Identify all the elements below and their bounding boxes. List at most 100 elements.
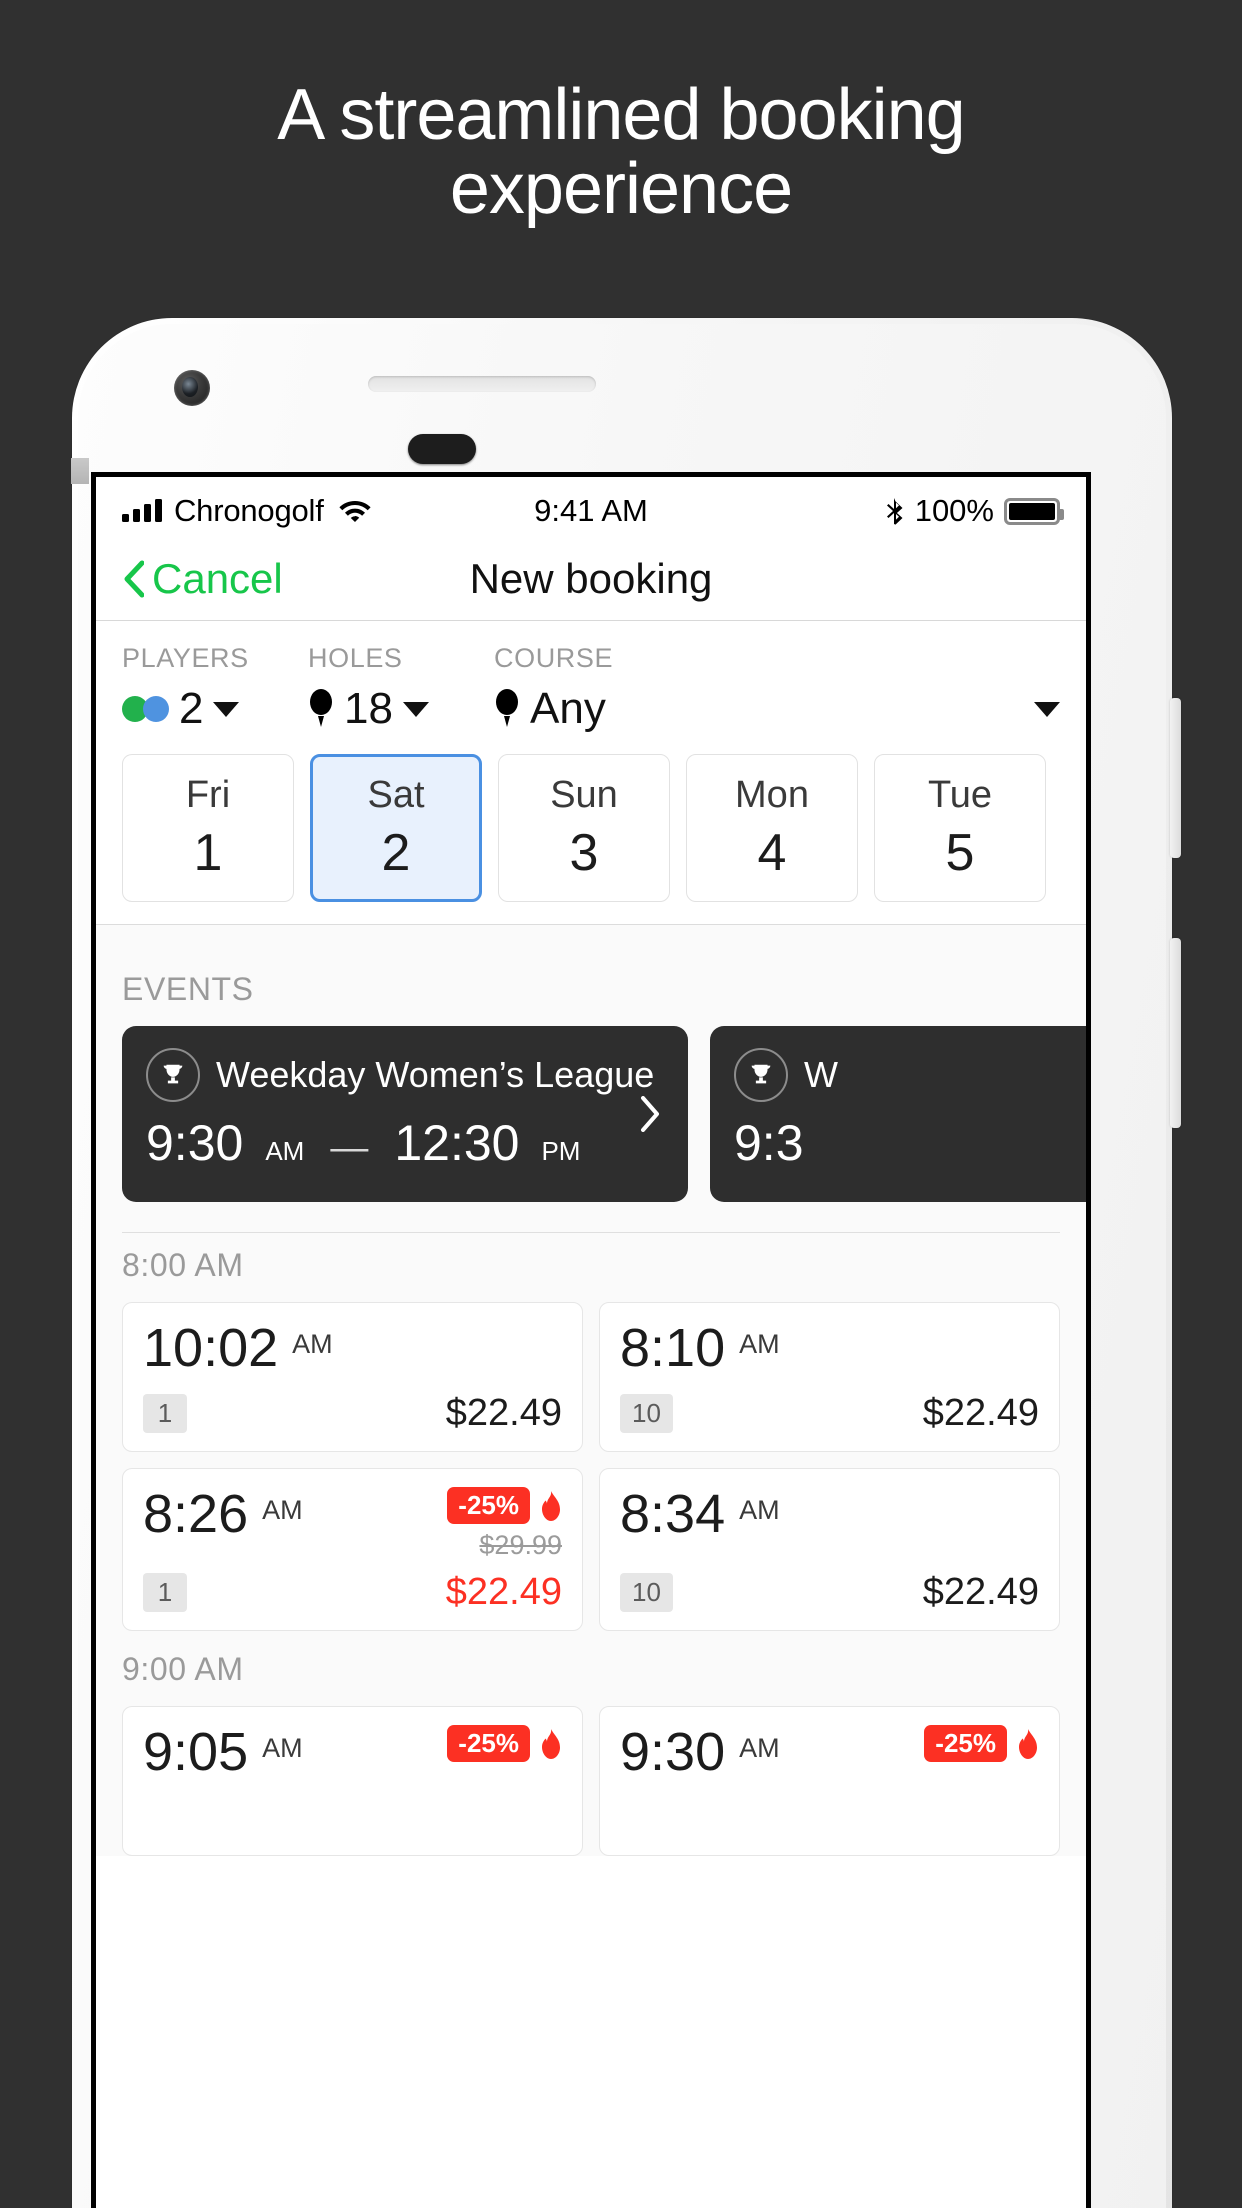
date-card-dow: Sun — [550, 773, 618, 816]
tee-time-value: 8:10 — [620, 1318, 726, 1378]
proximity-sensor — [408, 434, 476, 464]
date-card-number: 4 — [757, 823, 787, 882]
tee-time-price: $22.49 — [445, 1392, 562, 1434]
player-dots-icon — [122, 696, 169, 722]
date-card-number: 5 — [945, 823, 975, 882]
front-camera-icon — [174, 370, 210, 406]
date-card-tue[interactable]: Tue 5 — [874, 754, 1046, 902]
holes-badge: 10 — [620, 1573, 673, 1612]
tee-time-grid: 9:05 AM -25% 9:30 AM -25% — [96, 1706, 1086, 1856]
event-card[interactable]: W 9:3 — [710, 1026, 1086, 1202]
earpiece-speaker — [368, 376, 596, 392]
status-bar-left: Chronogolf — [122, 493, 372, 529]
tee-time-price: $22.49 — [922, 1392, 1039, 1434]
event-end-time: 12:30 — [394, 1115, 520, 1171]
tee-time-card-top: 8:34 AM — [620, 1487, 1039, 1541]
chevron-down-icon — [1034, 701, 1060, 717]
filter-holes-value-row: 18 — [308, 684, 494, 734]
date-card-number: 2 — [381, 823, 411, 882]
filter-course-value: Any — [530, 684, 606, 733]
tee-time-value: 8:26 — [143, 1484, 249, 1544]
event-end-meridiem: PM — [541, 1136, 581, 1166]
tee-time-meridiem: AM — [739, 1495, 780, 1525]
marketing-headline: A streamlined booking experience — [277, 75, 965, 230]
tee-time-meridiem: AM — [739, 1733, 780, 1763]
filter-players-label: PLAYERS — [122, 643, 249, 673]
holes-badge: 1 — [143, 1394, 187, 1433]
phone-volume-button[interactable] — [1170, 938, 1181, 1128]
flame-icon — [540, 1490, 562, 1521]
tee-time-card-top: 8:10 AM — [620, 1321, 1039, 1375]
filter-players[interactable]: PLAYERS 2 — [122, 643, 308, 734]
tee-time-group-label: 8:00 AM — [122, 1247, 244, 1283]
tee-time-card-bottom: 10 $22.49 — [620, 1571, 1039, 1614]
tee-time-promo: -25% — [924, 1725, 1039, 1762]
tee-time-group-8am: 8:00 AM 10:02 AM 1 $22.49 8:10 AM 10 $22… — [96, 1233, 1086, 1631]
bluetooth-icon — [885, 497, 905, 525]
phone-screen: Chronogolf 9:41 AM 100% Cancel New booki… — [91, 472, 1091, 2208]
event-name: Weekday Women’s League — [216, 1054, 655, 1095]
event-card[interactable]: Weekday Women’s League 9:30 AM — 12:30 P… — [122, 1026, 688, 1202]
date-card-number: 1 — [193, 823, 223, 882]
battery-icon — [1004, 497, 1064, 525]
page-title: New booking — [469, 554, 713, 602]
tee-time-card-top: 10:02 AM — [143, 1321, 562, 1375]
tee-time-card-top: 8:26 AM -25% $29.99 — [143, 1487, 562, 1561]
holes-badge: 1 — [143, 1573, 187, 1612]
tee-time-price: $22.49 — [922, 1571, 1039, 1613]
navigation-bar: Cancel New booking — [96, 537, 1086, 621]
phone-power-button[interactable] — [1170, 698, 1181, 858]
event-start-time: 9:30 — [146, 1115, 244, 1171]
tee-time-card-bottom: 1 $22.49 — [143, 1571, 562, 1614]
promo-line: -25% — [447, 1725, 562, 1762]
tee-time-card[interactable]: 9:30 AM -25% — [599, 1706, 1060, 1856]
tee-time-meridiem: AM — [262, 1495, 303, 1525]
chevron-right-icon[interactable] — [640, 1096, 660, 1132]
chevron-down-icon — [213, 701, 240, 717]
filter-course-value-row: Any — [494, 684, 1060, 734]
filter-players-value-row: 2 — [122, 684, 308, 734]
chevron-down-icon — [402, 701, 429, 717]
date-card-dow: Sat — [367, 773, 425, 816]
tee-time-card[interactable]: 10:02 AM 1 $22.49 — [122, 1302, 583, 1452]
phone-antenna-band — [71, 458, 89, 484]
discount-badge: -25% — [924, 1725, 1007, 1762]
filter-holes[interactable]: HOLES 18 — [308, 643, 494, 734]
tee-time-group-9am: 9:00 AM 9:05 AM -25% 9:30 AM -25% — [96, 1637, 1086, 1856]
tee-time-meridiem: AM — [262, 1733, 303, 1763]
tee-time-value: 10:02 — [143, 1318, 279, 1378]
tee-time-card[interactable]: 8:10 AM 10 $22.49 — [599, 1302, 1060, 1452]
tee-time-group-label: 9:00 AM — [122, 1651, 244, 1687]
golf-tee-icon — [308, 689, 334, 729]
tee-time-value: 9:30 — [620, 1722, 726, 1782]
tee-time-promo: -25% $29.99 — [447, 1487, 562, 1561]
date-card-mon[interactable]: Mon 4 — [686, 754, 858, 902]
tee-time-card-top: 9:30 AM -25% — [620, 1725, 1039, 1779]
filter-bar: PLAYERS 2 HOLES 18 COURSE Any — [96, 621, 1086, 748]
filter-course[interactable]: COURSE Any — [494, 643, 1060, 734]
filter-holes-value: 18 — [344, 684, 393, 733]
event-time-range: 9:3 — [734, 1114, 1086, 1172]
tee-time-promo: -25% — [447, 1725, 562, 1762]
event-time-range: 9:30 AM — 12:30 PM — [146, 1114, 664, 1172]
tee-time-grid: 10:02 AM 1 $22.49 8:10 AM 10 $22.49 8:26… — [96, 1302, 1086, 1631]
events-section-label: EVENTS — [122, 971, 254, 1007]
event-card-header: W — [734, 1048, 1086, 1102]
date-strip[interactable]: Fri 1 Sat 2 Sun 3 Mon 4 Tue 5 — [96, 748, 1086, 925]
date-card-sat[interactable]: Sat 2 — [310, 754, 482, 902]
event-time-dash: — — [330, 1127, 369, 1169]
promo-line: -25% — [924, 1725, 1039, 1762]
filter-players-value: 2 — [179, 684, 204, 733]
tee-time-card-bottom: 10 $22.49 — [620, 1392, 1039, 1435]
filter-course-label: COURSE — [494, 643, 614, 673]
date-card-sun[interactable]: Sun 3 — [498, 754, 670, 902]
booking-scroll-area[interactable]: EVENTS Weekday Women’s League 9:30 AM — … — [96, 925, 1086, 1856]
flame-icon — [1017, 1728, 1039, 1759]
date-card-dow: Mon — [735, 773, 809, 816]
date-card-fri[interactable]: Fri 1 — [122, 754, 294, 902]
date-card-dow: Fri — [185, 773, 231, 816]
tee-time-card[interactable]: 9:05 AM -25% — [122, 1706, 583, 1856]
tee-time-card[interactable]: 8:26 AM -25% $29.99 1 $22.49 — [122, 1468, 583, 1631]
events-carousel[interactable]: Weekday Women’s League 9:30 AM — 12:30 P… — [96, 1026, 1086, 1202]
tee-time-card[interactable]: 8:34 AM 10 $22.49 — [599, 1468, 1060, 1631]
